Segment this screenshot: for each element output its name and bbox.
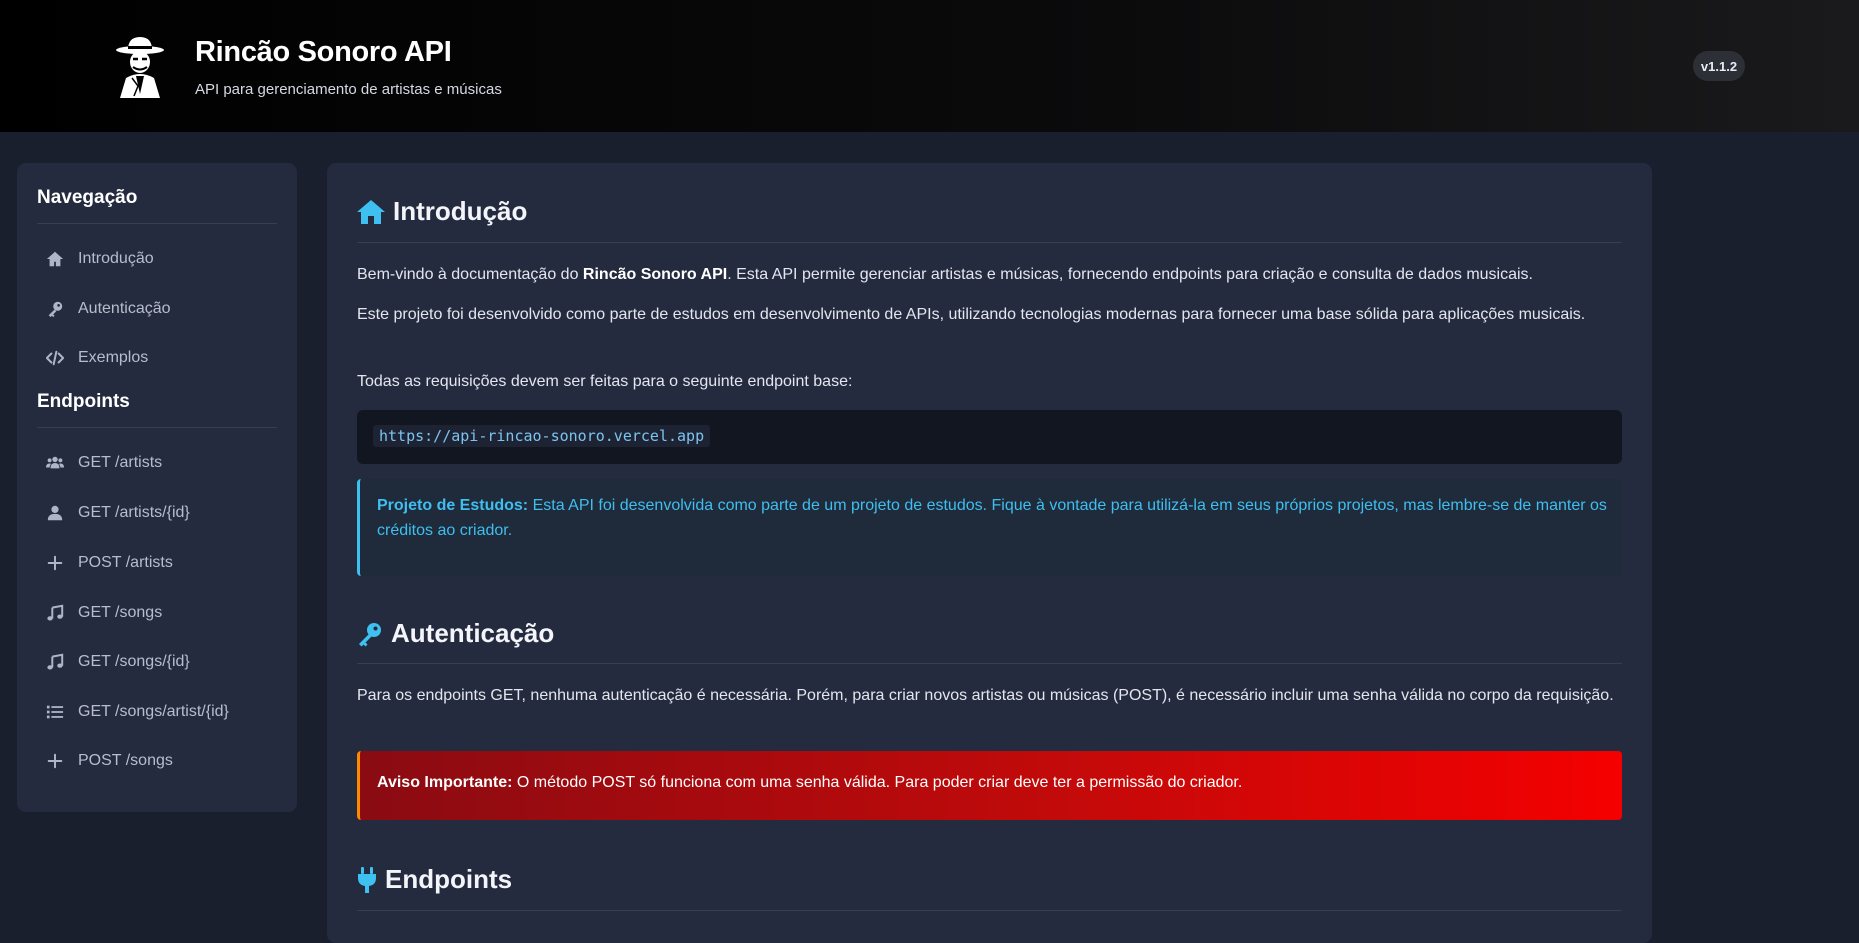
code-icon [45, 348, 65, 368]
home-icon [45, 249, 65, 269]
sidebar-item-introducao[interactable]: Introdução [45, 241, 285, 277]
sidebar-item-get-song-by-id[interactable]: GET /songs/{id} [45, 644, 285, 680]
music-icon [45, 652, 65, 672]
nav-heading: Navegação [37, 187, 138, 208]
intro-heading: Introdução [357, 196, 527, 227]
endpoints-heading: Endpoints [37, 391, 130, 412]
app-header: Rincão Sonoro API API para gerenciamento… [0, 0, 1859, 132]
main-content: Introdução Bem-vindo à documentação do R… [327, 163, 1652, 943]
endpoints-section-title: Endpoints [385, 864, 513, 894]
auth-heading: Autenticação [357, 618, 554, 649]
sidebar-item-post-artists[interactable]: POST /artists [45, 545, 285, 581]
base-url-code-block: https://api-rincao-sonoro.vercel.app [357, 410, 1622, 464]
sidebar-item-label: Introdução [78, 250, 154, 267]
sidebar-item-label: POST /songs [78, 752, 173, 769]
intro-divider [357, 242, 1622, 243]
sidebar-item-label: GET /songs [78, 604, 163, 621]
intro-p1-suffix: . Esta API permite gerenciar artistas e … [727, 266, 1533, 283]
sidebar-item-label: POST /artists [78, 554, 173, 571]
warning-callout-label: Aviso Importante: [377, 774, 513, 791]
endpoints-section-heading: Endpoints [357, 864, 512, 895]
auth-title: Autenticação [391, 618, 555, 648]
app-title: Rincão Sonoro API [195, 36, 452, 68]
plug-icon [358, 866, 376, 893]
user-icon [45, 503, 65, 523]
sidebar-item-label: GET /songs/artist/{id} [78, 703, 229, 720]
info-callout-label: Projeto de Estudos: [377, 497, 529, 514]
app-subtitle: API para gerenciamento de artistas e mús… [195, 81, 502, 98]
intro-title: Introdução [393, 196, 528, 226]
intro-p1-bold: Rincão Sonoro API [582, 266, 728, 283]
key-icon [45, 299, 65, 319]
sidebar-item-label: GET /songs/{id} [78, 653, 190, 670]
auth-divider [357, 663, 1622, 664]
sidebar-item-label: GET /artists/{id} [78, 504, 190, 521]
sidebar-item-get-artist-by-id[interactable]: GET /artists/{id} [45, 495, 285, 531]
plus-icon [45, 751, 65, 771]
sidebar-item-get-artists[interactable]: GET /artists [45, 445, 285, 481]
warning-callout-body: O método POST só funciona com uma senha … [512, 774, 1243, 791]
music-icon [45, 603, 65, 623]
sidebar-item-get-songs-by-artist[interactable]: GET /songs/artist/{id} [45, 694, 285, 730]
nav-divider [37, 223, 277, 224]
info-callout-body: Esta API foi desenvolvida como parte de … [377, 497, 1607, 539]
intro-paragraph-3: Todas as requisições devem ser feitas pa… [357, 373, 853, 390]
info-callout: Projeto de Estudos: Esta API foi desenvo… [357, 479, 1622, 576]
version-badge: v1.1.2 [1693, 51, 1745, 81]
sidebar-item-post-songs[interactable]: POST /songs [45, 743, 285, 779]
intro-paragraph-2: Este projeto foi desenvolvido como parte… [357, 306, 1586, 323]
plus-icon [45, 553, 65, 573]
info-callout-text: Projeto de Estudos: Esta API foi desenvo… [377, 493, 1607, 543]
sidebar-item-autenticacao[interactable]: Autenticação [45, 291, 285, 327]
intro-p1-prefix: Bem-vindo à documentação do [357, 266, 583, 283]
endpoints-section-divider [357, 910, 1622, 911]
sidebar: Navegação Introdução Autenticação Exempl… [17, 163, 297, 812]
base-url[interactable]: https://api-rincao-sonoro.vercel.app [373, 425, 711, 447]
warning-callout-text: Aviso Importante: O método POST só funci… [377, 774, 1242, 792]
list-icon [45, 702, 65, 722]
sidebar-item-exemplos[interactable]: Exemplos [45, 340, 285, 376]
endpoints-divider [37, 427, 277, 428]
sidebar-item-label: Autenticação [78, 300, 171, 317]
intro-paragraph-1: Bem-vindo à documentação do Rincão Sonor… [357, 262, 1622, 288]
auth-paragraph: Para os endpoints GET, nenhuma autentica… [357, 687, 1614, 704]
warning-callout: Aviso Importante: O método POST só funci… [357, 751, 1622, 820]
users-icon [45, 453, 65, 473]
key-icon [359, 622, 381, 646]
sidebar-item-label: GET /artists [78, 454, 163, 471]
cowboy-logo-icon [116, 37, 164, 98]
sidebar-item-label: Exemplos [78, 349, 149, 366]
home-icon [357, 199, 385, 224]
sidebar-item-get-songs[interactable]: GET /songs [45, 595, 285, 631]
